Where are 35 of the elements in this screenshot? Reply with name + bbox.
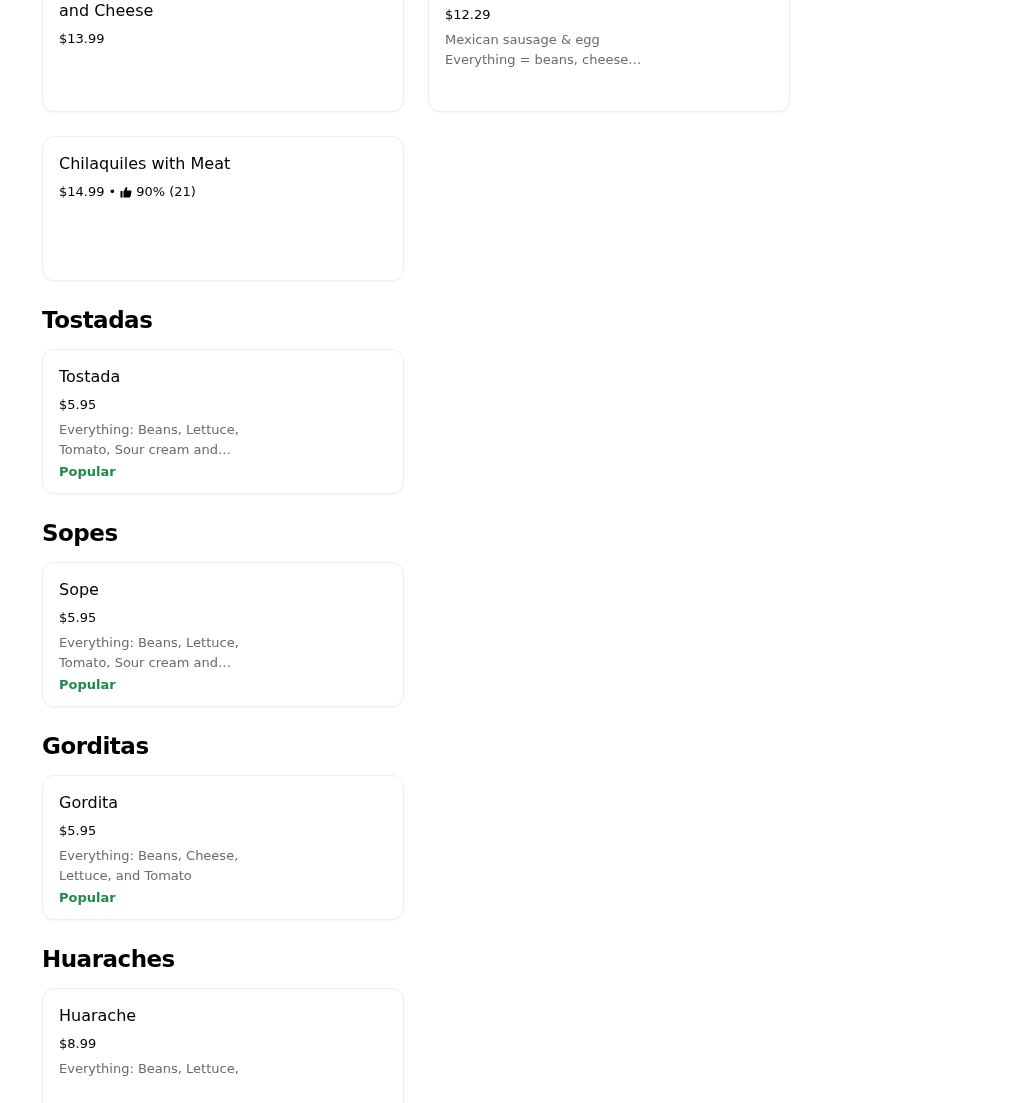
menu-item-card[interactable]: Huarache $8.99 Everything: Beans, Lettuce, [42, 988, 404, 1103]
menu-item-card[interactable]: Sope $5.95 Everything: Beans, Lettuce, Tomato, Sour cream and… Popular [42, 562, 404, 707]
item-title: Chilaquiles with Meat [59, 153, 231, 175]
item-price: $14.99 [59, 183, 105, 201]
item-title: and Cheese [59, 0, 154, 22]
item-title: Huarache [59, 1005, 137, 1027]
thumbs-up-icon [120, 186, 133, 198]
item-description: Everything: Beans, Lettuce, Tomato, Sour cream and… [59, 421, 240, 459]
section-heading: Huaraches [42, 946, 176, 972]
item-rating: 90% (21) [136, 183, 196, 201]
menu-item-card[interactable]: $12.29 Mexican sausage & egg Everything = beans, cheese… [428, 0, 790, 112]
section-heading: Gorditas [42, 733, 150, 759]
item-description: Everything: Beans, Cheese, Lettuce, and Tomato [59, 847, 240, 885]
item-description: Everything: Beans, Lettuce, [59, 1060, 240, 1078]
item-description: Everything: Beans, Lettuce, Tomato, Sour cream and… [59, 634, 240, 672]
item-price: $13.99 [59, 30, 105, 48]
section-heading: Tostadas [42, 307, 154, 333]
menu-item-card[interactable]: Chilaquiles with Meat $14.99 • 90% (21) [42, 136, 404, 281]
item-price: $5.95 [59, 609, 97, 627]
menu-item-card[interactable]: and Cheese $13.99 [42, 0, 404, 112]
item-price: $5.95 [59, 396, 97, 414]
separator: • [108, 183, 117, 201]
popular-tag: Popular [59, 888, 116, 908]
popular-tag: Popular [59, 462, 116, 482]
section-heading: Sopes [42, 520, 119, 546]
item-title: Tostada [59, 366, 121, 388]
popular-tag: Popular [59, 675, 116, 695]
item-price: $5.95 [59, 822, 97, 840]
menu-item-card[interactable]: Tostada $5.95 Everything: Beans, Lettuce, Tomato, Sour cream and… Popular [42, 349, 404, 494]
item-description: Mexican sausage & egg Everything = beans, cheese… [445, 31, 643, 69]
item-price: $12.29 [445, 6, 491, 24]
menu-item-card[interactable]: Gordita $5.95 Everything: Beans, Cheese, Lettuce, and Tomato Popular [42, 775, 404, 920]
item-price: $8.99 [59, 1035, 97, 1053]
item-title: Sope [59, 579, 99, 601]
item-title: Gordita [59, 792, 119, 814]
